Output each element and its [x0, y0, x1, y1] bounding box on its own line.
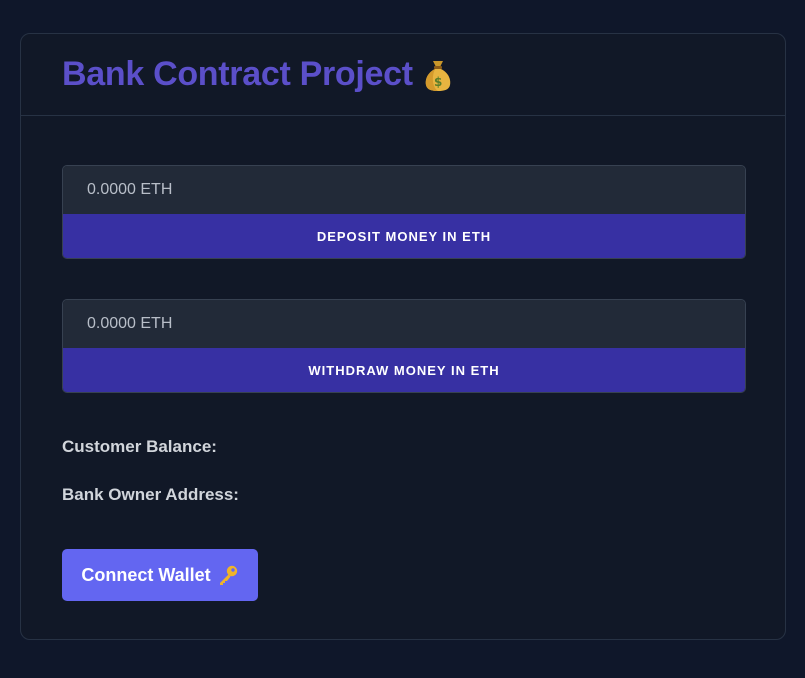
deposit-form: DEPOSIT MONEY IN ETH: [62, 165, 746, 259]
withdraw-amount-input[interactable]: [63, 300, 745, 348]
key-icon: [217, 564, 239, 586]
money-bag-icon: $: [423, 58, 453, 92]
bank-owner-address: Bank Owner Address:: [62, 485, 239, 505]
withdraw-form: WITHDRAW MONEY IN ETH: [62, 299, 746, 393]
page-title: Bank Contract Project $: [62, 55, 453, 94]
connect-wallet-label: Connect Wallet: [81, 564, 211, 585]
customer-balance-label: Customer Balance:: [62, 437, 217, 456]
card-header: Bank Contract Project $: [21, 34, 785, 116]
deposit-button[interactable]: DEPOSIT MONEY IN ETH: [63, 214, 745, 258]
withdraw-button[interactable]: WITHDRAW MONEY IN ETH: [63, 348, 745, 392]
bank-owner-label: Bank Owner Address:: [62, 485, 239, 504]
connect-wallet-button[interactable]: Connect Wallet: [62, 549, 258, 601]
bank-card: Bank Contract Project $ DEPOSIT MONEY IN…: [20, 33, 786, 640]
page-title-text: Bank Contract Project: [62, 55, 413, 93]
deposit-amount-input[interactable]: [63, 166, 745, 214]
svg-text:$: $: [434, 75, 442, 89]
customer-balance: Customer Balance:: [62, 437, 217, 457]
